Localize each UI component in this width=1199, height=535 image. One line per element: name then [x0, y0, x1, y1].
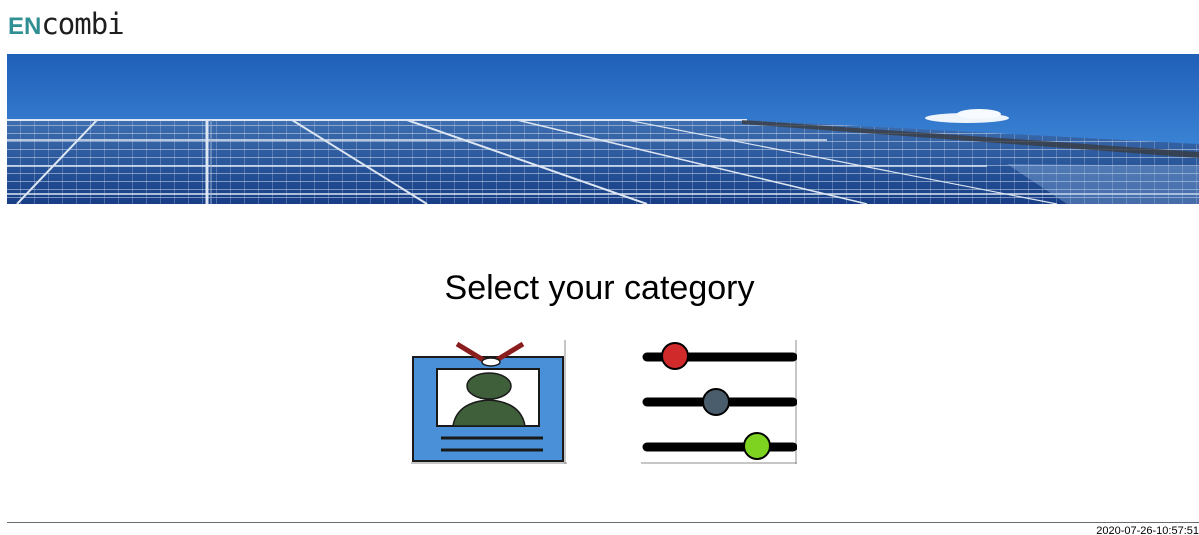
- solar-panel-banner: [7, 54, 1199, 204]
- logo-suffix: combi: [41, 7, 124, 41]
- page: ENcombi Select your category 2020-07-26-…: [0, 0, 1199, 535]
- page-title: Select your category: [444, 269, 755, 307]
- category-selector: [0, 340, 1199, 464]
- solar-panel-banner-image: [7, 54, 1199, 204]
- footer-divider: [7, 522, 1199, 523]
- sliders-settings-icon: [641, 340, 797, 464]
- encombi-logo[interactable]: ENcombi: [8, 6, 125, 42]
- profile-category-button[interactable]: [411, 340, 567, 464]
- footer-timestamp: 2020-07-26-10:57:51: [1096, 525, 1199, 535]
- user-badge-icon: [411, 340, 567, 464]
- settings-category-button[interactable]: [641, 340, 797, 464]
- logo-prefix: EN: [8, 13, 42, 40]
